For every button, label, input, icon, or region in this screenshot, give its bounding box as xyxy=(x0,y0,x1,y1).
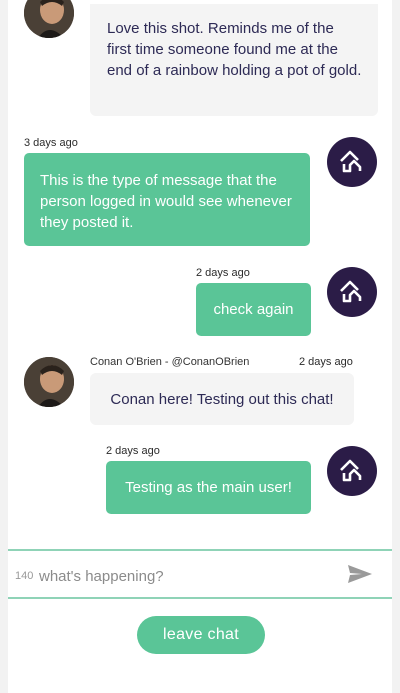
brand-avatar[interactable] xyxy=(327,446,377,496)
house-logo-icon xyxy=(340,150,362,173)
message-timestamp: 2 days ago xyxy=(299,356,353,368)
message-timestamp: 2 days ago xyxy=(196,267,250,279)
message-bubble: This is the type of message that the per… xyxy=(24,153,310,246)
character-counter: 140 xyxy=(15,570,34,582)
message-text: This is the type of message that the per… xyxy=(40,172,292,231)
message-input[interactable] xyxy=(39,565,329,587)
message-timestamp: 3 days ago xyxy=(24,137,78,149)
leave-chat-button[interactable]: leave chat xyxy=(137,616,265,654)
message-text: Conan here! Testing out this chat! xyxy=(110,390,334,408)
house-logo-icon xyxy=(340,459,362,482)
message-text: Love this shot. Reminds me of the first … xyxy=(107,20,362,79)
send-button[interactable] xyxy=(347,563,373,585)
send-icon xyxy=(348,565,372,583)
message-text: Testing as the main user! xyxy=(125,479,292,496)
brand-avatar[interactable] xyxy=(327,137,377,187)
user-avatar[interactable] xyxy=(24,357,74,407)
brand-avatar[interactable] xyxy=(327,267,377,317)
message-timestamp: 2 days ago xyxy=(106,445,160,457)
message-bubble: Conan here! Testing out this chat! xyxy=(90,373,354,425)
message-bubble: Testing as the main user! xyxy=(106,461,311,514)
message-author: Conan O'Brien - @ConanOBrien xyxy=(90,356,250,368)
message-text: check again xyxy=(213,301,294,318)
message-bubble: Love this shot. Reminds me of the first … xyxy=(90,4,378,116)
message-bubble: check again xyxy=(196,283,311,336)
house-logo-icon xyxy=(340,280,362,303)
person-photo-icon xyxy=(24,357,74,407)
composer-divider-bottom xyxy=(8,597,392,599)
composer-divider-top xyxy=(8,549,392,551)
